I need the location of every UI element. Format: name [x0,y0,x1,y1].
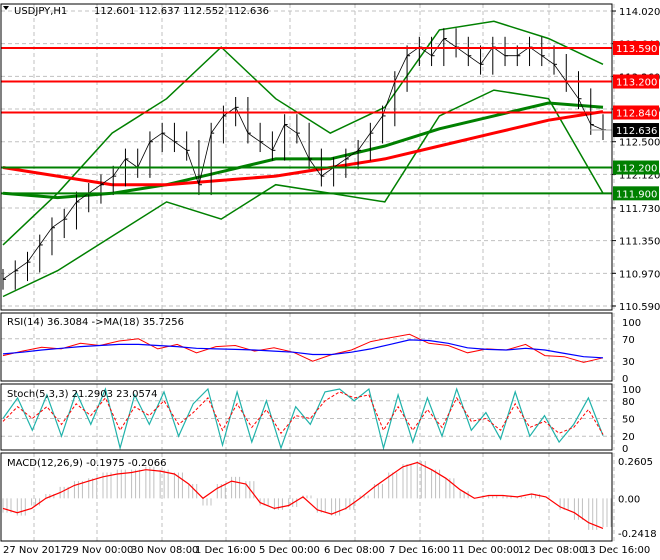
y-axis-label: 114.020 [619,7,660,18]
rsi-axis-label: 100 [622,318,641,329]
y-axis-label: 112.500 [619,138,660,149]
y-axis-label: 111.730 [619,204,660,215]
level-label: 112.200 [616,164,657,175]
moving-average-green [2,101,604,200]
y-axis-label: 111.350 [619,237,660,248]
ohlc-readout: 112.601 112.637 112.552 112.636 [94,6,269,17]
x-axis-label: 6 Dec 08:00 [324,545,385,556]
x-axis-label: 11 Dec 00:00 [452,545,519,556]
rsi-label: RSI(14) 36.3084 ->MA(18) 35.7256 [7,317,184,328]
x-axis-label: 13 Dec 16:00 [583,545,650,556]
level-label: 113.590 [616,44,657,55]
macd-label: MACD(12,26,9) -0.1975 -0.2066 [7,458,167,469]
stoch-axis-label: 100 [622,385,641,396]
macd-axis-label: 0.00 [618,494,640,505]
x-axis-label: 27 Nov 2017 [3,545,67,556]
stoch-axis-label: 80 [622,397,635,408]
chart-window: 27 Nov 2017 29 Nov 00:00 30 Nov 08:00 1 Dec… [0,0,660,560]
rsi-axis-label: 70 [622,335,635,346]
symbol-title: USDJPY,H1 [14,6,67,17]
rsi-axis-label: 30 [622,357,635,368]
stoch-axis-label: 50 [622,415,635,426]
rsi-axis-label: 0 [622,374,628,385]
stoch-axis-label: 20 [622,432,635,443]
x-axis-label: 12 Dec 08:00 [518,545,585,556]
level-label: 112.840 [616,108,657,119]
stoch-axis-label: 0 [622,444,628,455]
x-axis-label: 5 Dec 00:00 [259,545,320,556]
price-panel [1,20,612,298]
current-price-label: 112.636 [616,126,657,137]
macd-axis-label: -0.2418 [618,529,657,540]
stoch-label: Stoch(5,3,3) 21.2903 23.0574 [7,389,158,400]
moving-average-red [2,110,604,187]
macd-axis-label: 0.2605 [618,457,653,468]
level-label: 111.900 [616,189,657,200]
price-frame [0,3,613,311]
y-axis-label: 110.970 [619,269,660,280]
level-label: 113.200 [616,78,657,89]
x-axis-label: 29 Nov 00:00 [66,545,133,556]
chart-canvas[interactable]: 27 Nov 201729 Nov 00:0030 Nov 08:001 Dec… [0,0,660,560]
x-axis-label: 1 Dec 16:00 [195,545,256,556]
x-axis-label: 30 Nov 08:00 [131,545,198,556]
macd-panel [2,461,612,530]
dropdown-triangle-icon[interactable] [3,6,9,10]
rsi-ma-line [2,339,604,359]
y-axis-label: 110.590 [619,302,660,313]
bollinger-upper [2,20,604,246]
axes: 27 Nov 201729 Nov 00:0030 Nov 08:001 Dec… [0,3,660,556]
x-axis-label: 7 Dec 16:00 [389,545,450,556]
